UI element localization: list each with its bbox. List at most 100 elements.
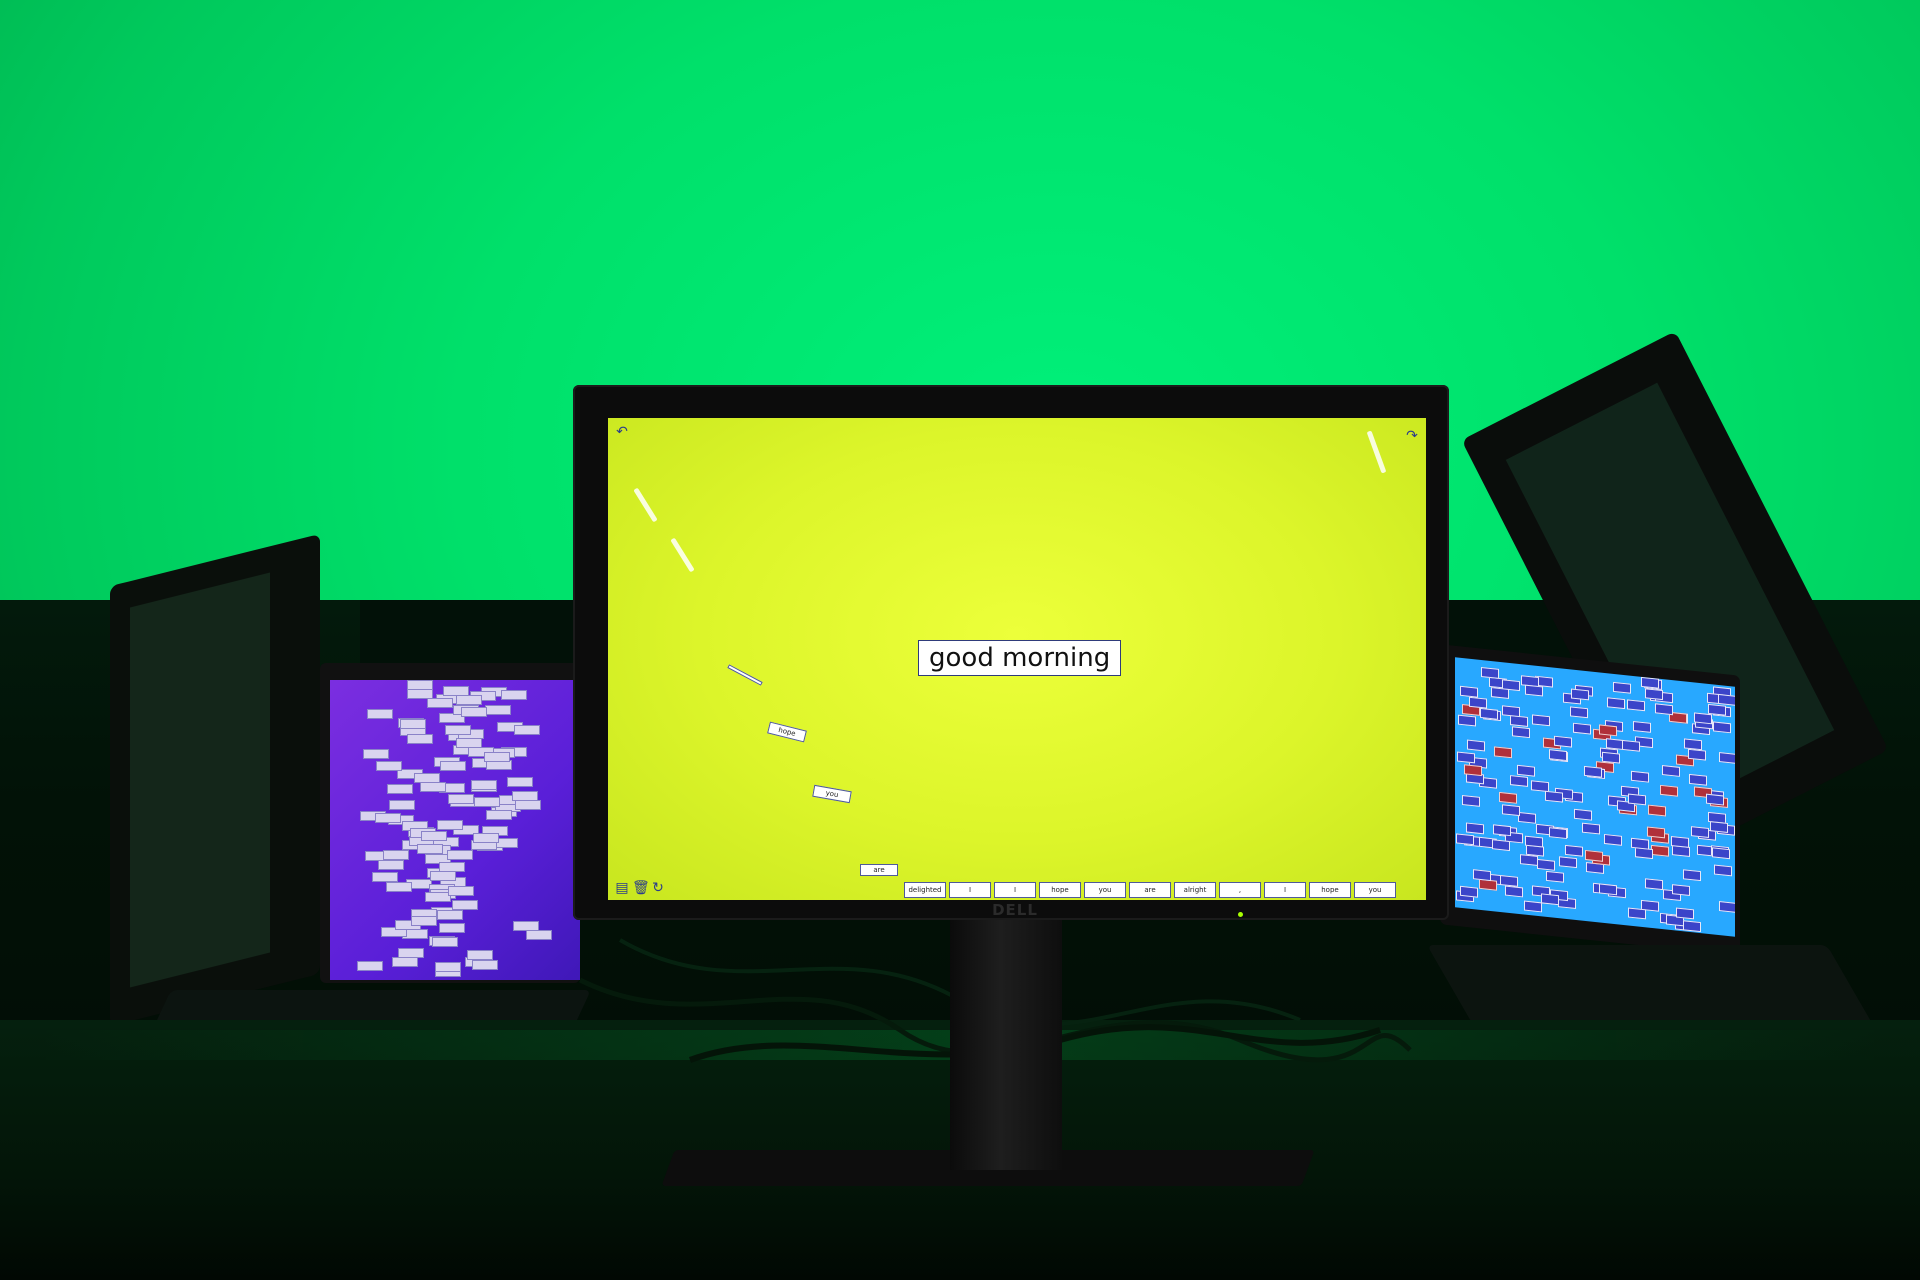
floating-word-tile[interactable]: hope xyxy=(767,721,807,743)
tile-cluster-piece xyxy=(1670,836,1689,849)
word-bar-item[interactable]: hope xyxy=(1039,882,1081,898)
tile-cluster-piece xyxy=(1525,835,1544,848)
tile-cluster-piece xyxy=(486,810,513,821)
word-bar: delighted I I hope you are alright , I h… xyxy=(904,882,1424,898)
undo-icon[interactable]: ↶ xyxy=(614,424,630,440)
tile-cluster-piece xyxy=(1581,822,1600,835)
floating-word-tile[interactable] xyxy=(727,664,763,686)
tile-cluster-piece xyxy=(445,724,472,735)
tile-cluster-piece xyxy=(1651,845,1670,858)
tile-cluster-piece xyxy=(1682,920,1701,932)
tile-cluster-piece xyxy=(1573,809,1592,822)
tile-cluster-piece xyxy=(1607,697,1626,710)
tile-cluster-piece xyxy=(437,910,464,921)
tile-cluster-piece xyxy=(1455,832,1474,845)
motion-streak xyxy=(633,487,658,523)
floating-word-tile[interactable]: you xyxy=(812,784,852,804)
tile-cluster-piece xyxy=(452,900,479,911)
word-bar-item[interactable]: are xyxy=(1129,882,1171,898)
tile-cluster-piece xyxy=(1684,738,1703,751)
tile-cluster-piece xyxy=(446,850,473,861)
tile-cluster-piece xyxy=(1690,825,1709,838)
refresh-icon[interactable]: ↻ xyxy=(650,880,666,896)
power-indicator xyxy=(1238,912,1243,917)
motion-streak xyxy=(670,537,695,573)
tile-cluster-piece xyxy=(1613,681,1632,694)
tile-cluster-piece xyxy=(484,751,510,762)
tile-cluster-piece xyxy=(470,779,497,790)
word-bar-item[interactable]: I xyxy=(1264,882,1306,898)
tile-cluster-piece xyxy=(1545,871,1564,884)
tile-cluster-piece xyxy=(515,799,542,810)
trash-icon[interactable]: 🗑 xyxy=(632,880,650,896)
word-bar-item[interactable]: I xyxy=(949,882,991,898)
tile-cluster-piece xyxy=(417,844,444,855)
tile-cluster-piece xyxy=(1675,907,1694,920)
tile-cluster-piece xyxy=(1660,785,1679,798)
tile-cluster-piece xyxy=(1504,885,1523,898)
tile-cluster-piece xyxy=(1460,685,1479,698)
word-bar-item[interactable]: delighted xyxy=(904,882,946,898)
tile-cluster-piece xyxy=(471,959,498,970)
tile-cluster-piece xyxy=(1585,849,1604,862)
word-bar-item[interactable]: you xyxy=(1354,882,1396,898)
right-laptop-keyboard xyxy=(1426,945,1874,1025)
tile-cluster-piece xyxy=(371,871,398,882)
tile-cluster-piece xyxy=(1645,878,1664,890)
tile-cluster-piece xyxy=(1694,712,1713,725)
word-bar-item[interactable]: I xyxy=(994,882,1036,898)
tile-cluster-piece xyxy=(406,734,433,745)
redo-icon[interactable]: ↷ xyxy=(1404,428,1420,444)
tile-cluster-piece xyxy=(436,820,463,831)
word-bar-item[interactable]: alright xyxy=(1174,882,1216,898)
tile-cluster-piece xyxy=(1502,804,1521,817)
floating-word-tile[interactable]: are xyxy=(860,864,898,876)
tile-cluster-piece xyxy=(439,862,466,873)
tile-cluster-piece xyxy=(374,812,401,823)
right-laptop-screen xyxy=(1455,657,1735,937)
word-bar-item[interactable]: , xyxy=(1219,882,1261,898)
tile-cluster-piece xyxy=(1570,688,1589,701)
tile-cluster-piece xyxy=(1479,707,1498,720)
tile-cluster-piece xyxy=(461,706,488,717)
tile-cluster-piece xyxy=(1523,900,1542,913)
tile-cluster-piece xyxy=(514,724,541,735)
tile-cluster-piece xyxy=(367,708,394,719)
tile-cluster-piece xyxy=(1480,667,1499,680)
word-bar-item[interactable]: hope xyxy=(1309,882,1351,898)
tile-cluster-piece xyxy=(1548,826,1567,839)
tile-cluster-piece xyxy=(1465,822,1484,834)
tile-cluster-piece xyxy=(1640,677,1659,690)
left-rotated-monitor-screen xyxy=(130,572,270,988)
tile-cluster-piece xyxy=(1468,697,1487,710)
tile-cluster-piece xyxy=(1499,791,1518,804)
tile-cluster-piece xyxy=(1630,770,1649,783)
tile-cluster-piece xyxy=(1631,837,1649,850)
tile-cluster-piece xyxy=(1540,893,1559,906)
tile-cluster-piece xyxy=(439,923,466,934)
tile-cluster-piece xyxy=(1714,864,1733,877)
tile-cluster-piece xyxy=(1569,705,1588,718)
tile-cluster-piece xyxy=(447,885,474,896)
tile-cluster-piece xyxy=(448,793,475,804)
tile-cluster-piece xyxy=(1573,723,1592,736)
tile-cluster-piece xyxy=(1463,763,1482,776)
tile-cluster-piece xyxy=(356,961,383,972)
tile-cluster-piece xyxy=(1473,869,1492,882)
tile-cluster-piece xyxy=(1604,833,1623,846)
tile-cluster-piece xyxy=(1457,714,1476,727)
tile-cluster-piece xyxy=(455,695,482,706)
tile-cluster-piece xyxy=(1688,748,1707,761)
tile-cluster-piece xyxy=(397,947,424,958)
tile-cluster-piece xyxy=(1545,790,1564,803)
word-bar-item[interactable]: you xyxy=(1084,882,1126,898)
archive-icon[interactable]: ▤ xyxy=(614,880,630,896)
photo-scene: ↶ ↷ hope you are good morning ▤ 🗑 ↻ deli… xyxy=(0,0,1920,1280)
headline-word-tile[interactable]: good morning xyxy=(918,640,1122,676)
tile-cluster-piece xyxy=(435,962,462,973)
tile-cluster-piece xyxy=(1599,724,1618,737)
motion-streak xyxy=(1366,430,1387,474)
tile-cluster-piece xyxy=(466,949,493,960)
main-monitor-screen: ↶ ↷ hope you are good morning ▤ 🗑 ↻ deli… xyxy=(608,418,1426,900)
tile-cluster-piece xyxy=(1671,884,1690,896)
